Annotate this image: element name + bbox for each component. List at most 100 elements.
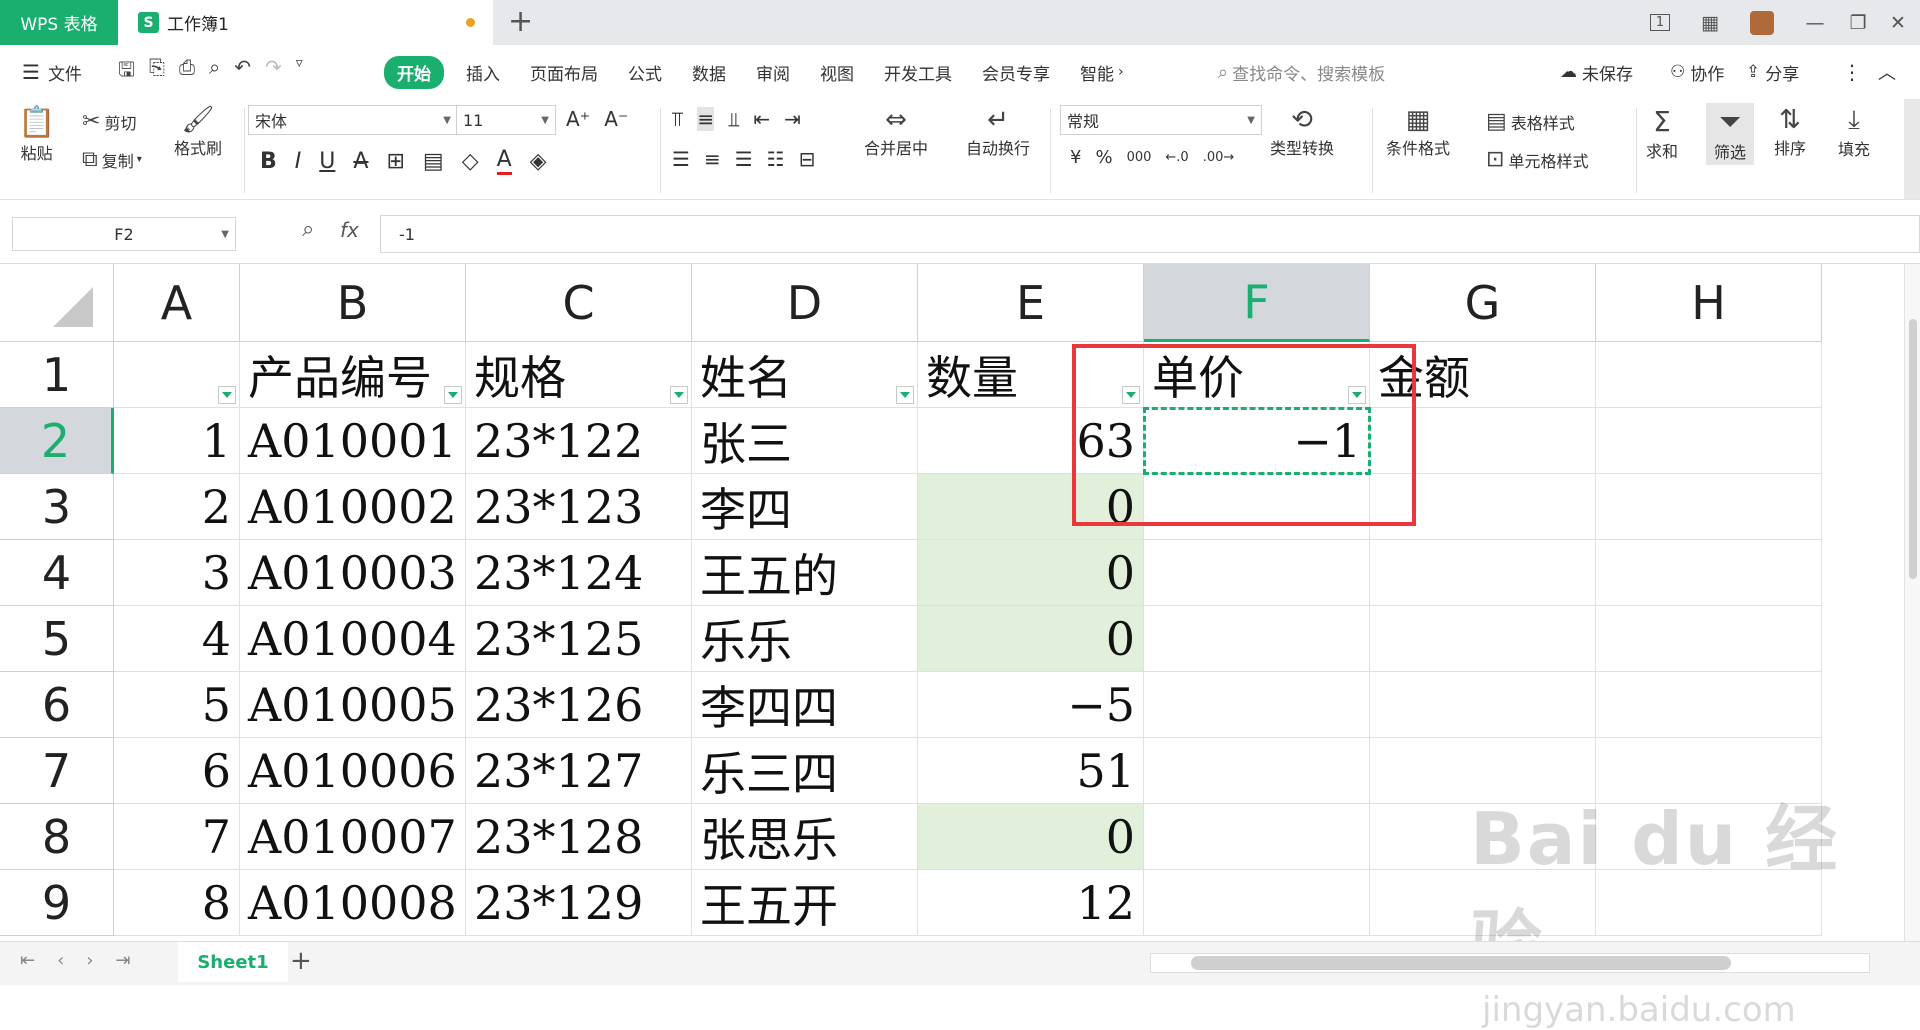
cell-d4[interactable]: 王五的 bbox=[692, 540, 918, 606]
cell-c9[interactable]: 23*129 bbox=[466, 870, 692, 936]
cell-b9[interactable]: A010008 bbox=[240, 870, 466, 936]
cell-a4[interactable]: 3 bbox=[114, 540, 240, 606]
file-menu[interactable]: ☰ 文件 bbox=[22, 60, 82, 85]
cell-h4[interactable] bbox=[1596, 540, 1822, 606]
cell-d8[interactable]: 张思乐 bbox=[692, 804, 918, 870]
tab-data[interactable]: 数据 bbox=[692, 60, 726, 85]
cell-b2[interactable]: A010001 bbox=[240, 408, 466, 474]
decrease-decimal-icon[interactable]: .00→ bbox=[1203, 150, 1235, 165]
page-view-icon[interactable]: 1 bbox=[1640, 0, 1680, 45]
filter-dropdown-icon[interactable] bbox=[444, 386, 462, 404]
cell-c3[interactable]: 23*123 bbox=[466, 474, 692, 540]
tab-developer[interactable]: 开发工具 bbox=[884, 60, 952, 85]
cell-h3[interactable] bbox=[1596, 474, 1822, 540]
ribbon-scroll[interactable] bbox=[1904, 99, 1920, 199]
tab-formulas[interactable]: 公式 bbox=[628, 60, 662, 85]
fill-color-icon[interactable]: ◇ bbox=[462, 149, 479, 174]
grid-apps-icon[interactable]: ▦ bbox=[1690, 0, 1730, 45]
column-header-d[interactable]: D bbox=[692, 264, 918, 342]
cell-a6[interactable]: 5 bbox=[114, 672, 240, 738]
cell-e7[interactable]: 51 bbox=[918, 738, 1144, 804]
align-right-icon[interactable]: ☰ bbox=[735, 147, 753, 171]
column-header-c[interactable]: C bbox=[466, 264, 692, 342]
prev-sheet-icon[interactable]: ‹ bbox=[57, 950, 64, 971]
avatar[interactable] bbox=[1742, 0, 1782, 45]
first-sheet-icon[interactable]: ⇤ bbox=[20, 950, 35, 971]
row-header-2[interactable]: 2 bbox=[0, 408, 114, 474]
collaborate-button[interactable]: ⚇ 协作 bbox=[1670, 60, 1724, 85]
row-header-6[interactable]: 6 bbox=[0, 672, 114, 738]
name-box[interactable]: F2 ▼ bbox=[12, 217, 236, 251]
cell-f9[interactable] bbox=[1144, 870, 1370, 936]
filter-dropdown-icon[interactable] bbox=[896, 386, 914, 404]
minimize-icon[interactable]: — bbox=[1795, 0, 1835, 45]
row-header-7[interactable]: 7 bbox=[0, 738, 114, 804]
merge-center-button[interactable]: ⇔ 合并居中 bbox=[864, 105, 928, 159]
table-style-button[interactable]: ▤ 表格样式 bbox=[1486, 109, 1575, 134]
decrease-font-icon[interactable]: A⁻ bbox=[604, 107, 628, 131]
thousands-separator-icon[interactable]: 000 bbox=[1127, 150, 1152, 165]
document-tab[interactable]: S 工作簿1 bbox=[118, 0, 493, 45]
sum-button[interactable]: Σ 求和 bbox=[1646, 105, 1678, 162]
cell-g6[interactable] bbox=[1370, 672, 1596, 738]
row-header-9[interactable]: 9 bbox=[0, 870, 114, 936]
vertical-scroll-thumb[interactable] bbox=[1909, 319, 1917, 579]
align-top-icon[interactable]: ⫪ bbox=[672, 107, 683, 131]
undo-icon[interactable]: ↶ bbox=[234, 55, 251, 89]
row-header-5[interactable]: 5 bbox=[0, 606, 114, 672]
more-tabs-icon[interactable]: › bbox=[1118, 64, 1124, 80]
align-bottom-icon[interactable]: ⫫ bbox=[728, 107, 739, 131]
cell-c6[interactable]: 23*126 bbox=[466, 672, 692, 738]
increase-indent-icon[interactable]: ⇥ bbox=[784, 107, 801, 131]
increase-decimal-icon[interactable]: ←.0 bbox=[1165, 150, 1188, 165]
cell-d6[interactable]: 李四四 bbox=[692, 672, 918, 738]
redo-icon[interactable]: ↷ bbox=[265, 55, 282, 89]
cell-a3[interactable]: 2 bbox=[114, 474, 240, 540]
italic-icon[interactable]: I bbox=[295, 149, 302, 174]
cell-f4[interactable] bbox=[1144, 540, 1370, 606]
print-icon[interactable]: ⎙ bbox=[179, 55, 195, 89]
cell-a9[interactable]: 8 bbox=[114, 870, 240, 936]
command-search[interactable]: ⌕ 查找命令、搜索模板 bbox=[1218, 60, 1385, 85]
column-header-f[interactable]: F bbox=[1144, 264, 1370, 342]
sheet-tab-sheet1[interactable]: Sheet1 bbox=[178, 942, 288, 982]
formula-input[interactable]: -1 bbox=[380, 215, 1920, 253]
print-preview-icon[interactable]: ⌕ bbox=[209, 55, 220, 89]
cell-f5[interactable] bbox=[1144, 606, 1370, 672]
align-center-icon[interactable]: ≡ bbox=[704, 147, 721, 171]
row-header-8[interactable]: 8 bbox=[0, 804, 114, 870]
format-painter-button[interactable]: 🖌 格式刷 bbox=[174, 105, 222, 159]
row-header-4[interactable]: 4 bbox=[0, 540, 114, 606]
cell-c2[interactable]: 23*122 bbox=[466, 408, 692, 474]
cell-d5[interactable]: 乐乐 bbox=[692, 606, 918, 672]
cell-e8[interactable]: 0 bbox=[918, 804, 1144, 870]
paste-button[interactable]: 📋 粘贴 bbox=[18, 105, 55, 164]
distributed-icon[interactable]: ⊟ bbox=[799, 147, 816, 171]
tab-page-layout[interactable]: 页面布局 bbox=[530, 60, 598, 85]
tab-view[interactable]: 视图 bbox=[820, 60, 854, 85]
horizontal-scroll-thumb[interactable] bbox=[1191, 956, 1731, 970]
cell-a7[interactable]: 6 bbox=[114, 738, 240, 804]
tab-home[interactable]: 开始 bbox=[384, 55, 444, 89]
wrap-text-button[interactable]: ↵ 自动换行 bbox=[966, 105, 1030, 159]
column-header-h[interactable]: H bbox=[1596, 264, 1822, 342]
next-sheet-icon[interactable]: › bbox=[86, 950, 93, 971]
cell-c7[interactable]: 23*127 bbox=[466, 738, 692, 804]
number-format-select[interactable]: 常规 ▼ bbox=[1060, 105, 1262, 135]
vertical-scrollbar[interactable] bbox=[1904, 264, 1920, 941]
cell-f7[interactable] bbox=[1144, 738, 1370, 804]
header-cell[interactable] bbox=[1596, 342, 1822, 408]
borders-icon[interactable]: ⊞ bbox=[386, 149, 404, 174]
header-cell[interactable]: 姓名 bbox=[692, 342, 918, 408]
cell-b7[interactable]: A010006 bbox=[240, 738, 466, 804]
select-all-corner[interactable] bbox=[0, 264, 114, 342]
align-left-icon[interactable]: ☰ bbox=[672, 147, 690, 171]
currency-format-icon[interactable]: ¥ bbox=[1070, 147, 1081, 168]
sort-button[interactable]: ⇅ 排序 bbox=[1774, 105, 1806, 159]
increase-font-icon[interactable]: A⁺ bbox=[566, 107, 590, 131]
filter-button[interactable]: ⏷ 筛选 bbox=[1706, 103, 1755, 165]
horizontal-scrollbar[interactable] bbox=[1150, 953, 1870, 973]
conditional-format-button[interactable]: ▦ 条件格式 bbox=[1386, 105, 1450, 159]
unsaved-button[interactable]: ☁ 未保存 bbox=[1560, 60, 1633, 85]
row-header-3[interactable]: 3 bbox=[0, 474, 114, 540]
